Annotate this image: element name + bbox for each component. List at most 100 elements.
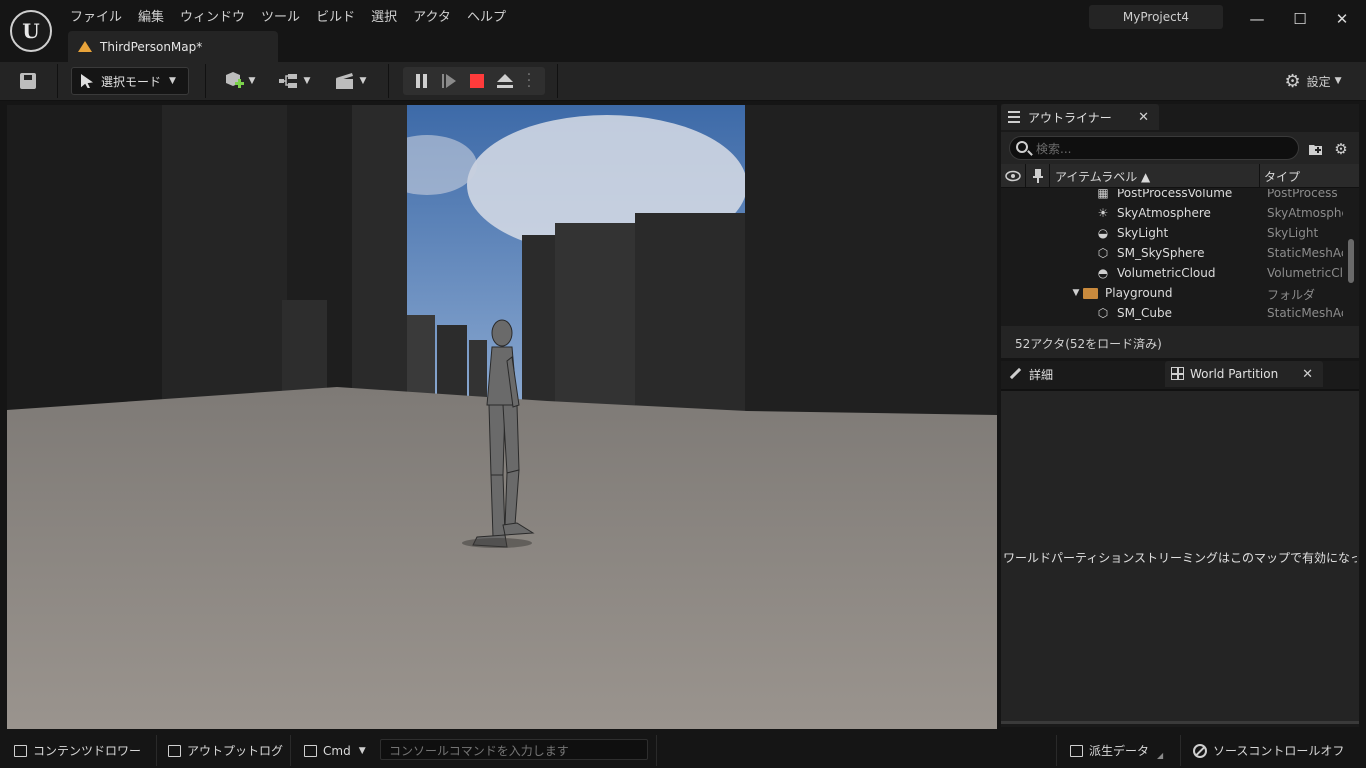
volumetric-cloud-icon: ◓ [1097, 266, 1109, 280]
outliner-scrollbar[interactable] [1348, 189, 1354, 324]
eject-icon [497, 74, 513, 88]
column-divider [1025, 164, 1026, 188]
menu-edit[interactable]: 編集 [130, 4, 172, 26]
menu-actor[interactable]: アクタ [405, 4, 459, 26]
close-icon[interactable]: ✕ [1138, 110, 1149, 125]
add-actor-button[interactable]: ▼ [218, 67, 260, 95]
chevron-down-icon: ▼ [248, 76, 256, 86]
outliner-column-header: アイテムラベル ▲ タイプ [1001, 164, 1359, 188]
column-item-label[interactable]: アイテムラベル ▲ [1055, 168, 1150, 185]
cmd-label: Cmd [323, 743, 351, 758]
tree-row[interactable]: ◒ SkyLight SkyLight [1001, 223, 1345, 243]
step-frame-button[interactable] [435, 67, 463, 95]
details-panel: 詳細 World Partition ✕ ワールドパーティションストリーミングは… [1001, 361, 1359, 727]
tree-row-type: PostProcess [1267, 189, 1338, 200]
derived-data-icon [1070, 744, 1083, 757]
add-folder-button[interactable] [1307, 140, 1325, 158]
source-control-button[interactable]: ソースコントロールオフ [1193, 733, 1344, 768]
save-button[interactable] [12, 67, 44, 95]
derived-data-button[interactable]: 派生データ ◢ [1070, 733, 1163, 768]
tree-row[interactable]: ⬡ SM_Cube StaticMeshAc [1001, 303, 1345, 323]
expand-arrow-icon[interactable]: ▼ [1069, 286, 1083, 300]
tab-world-partition-label: World Partition [1190, 367, 1279, 381]
tree-row[interactable]: ⬡ SM_SkySphere StaticMeshAc [1001, 243, 1345, 263]
scrollbar-thumb[interactable] [1348, 239, 1354, 283]
settings-label: 設定 [1306, 74, 1331, 89]
toolbar-divider [205, 64, 206, 98]
select-mode-icon [81, 74, 93, 88]
tree-row-folder[interactable]: ▼ Playground フォルダ [1001, 283, 1345, 303]
close-icon[interactable]: ✕ [1302, 367, 1313, 382]
menu-select[interactable]: 選択 [363, 4, 405, 26]
chevron-down-icon: ▼ [303, 76, 311, 86]
viewport-scene[interactable] [7, 105, 997, 729]
maximize-icon[interactable]: ☐ [1288, 8, 1312, 30]
actor-count-status: 52アクタ(52をロード済み) [1001, 326, 1359, 358]
add-actor-icon [225, 72, 244, 88]
cinematics-button[interactable]: ▼ [330, 67, 370, 95]
tree-row[interactable]: ▦ PostProcessVolume PostProcess [1001, 189, 1345, 203]
tree-row-label: PostProcessVolume [1117, 189, 1233, 200]
menu-help[interactable]: ヘルプ [459, 4, 514, 26]
menu-tools[interactable]: ツール [253, 4, 308, 26]
source-control-off-icon [1193, 743, 1207, 758]
outliner-panel: アウトライナー ✕ 検索... ⚙ アイテムラベル ▲ タイプ ▦ PostPr… [1001, 104, 1359, 358]
content-drawer-button[interactable]: コンテンツドロワー [14, 733, 141, 768]
cmd-dropdown[interactable]: Cmd ▼ [304, 733, 366, 768]
content-drawer-icon [14, 744, 27, 757]
menu-bar: ファイル 編集 ウィンドウ ツール ビルド 選択 アクタ ヘルプ [62, 4, 514, 26]
title-bar: U ファイル 編集 ウィンドウ ツール ビルド 選択 アクタ ヘルプ MyPro… [0, 0, 1366, 62]
outliner-settings-button[interactable]: ⚙ [1332, 140, 1350, 158]
menu-file[interactable]: ファイル [62, 4, 130, 26]
tab-world-partition[interactable]: World Partition ✕ [1165, 361, 1323, 387]
search-icon [1016, 141, 1028, 153]
outliner-search-input[interactable]: 検索... [1009, 136, 1299, 160]
tab-outliner[interactable]: アウトライナー ✕ [1001, 104, 1159, 130]
tree-row-label: SM_SkySphere [1117, 246, 1205, 260]
statusbar-divider [656, 735, 657, 766]
play-controls: · · · [403, 67, 545, 95]
visibility-eye-icon[interactable] [1005, 168, 1021, 184]
tree-row[interactable]: ☀ SkyAtmosphere SkyAtmosphe [1001, 203, 1345, 223]
derived-data-label: 派生データ [1089, 744, 1150, 758]
level-icon [78, 40, 92, 53]
more-options-button[interactable]: · · · [519, 67, 539, 95]
output-log-button[interactable]: アウトプットログ [168, 733, 283, 768]
tree-row-type: StaticMeshAc [1267, 306, 1343, 320]
stop-icon [470, 74, 484, 88]
pin-icon[interactable] [1031, 168, 1045, 184]
panel-bottom-border [1001, 721, 1359, 724]
postprocess-icon: ▦ [1097, 189, 1109, 200]
close-icon[interactable]: ✕ [1330, 8, 1354, 30]
tree-row[interactable]: ◓ VolumetricCloud VolumetricClo [1001, 263, 1345, 283]
tree-row-label: Playground [1105, 286, 1173, 300]
pause-button[interactable] [407, 67, 435, 95]
toolbar-divider [388, 64, 389, 98]
document-tab-map[interactable]: ThirdPersonMap* [68, 31, 278, 62]
add-folder-icon [1309, 145, 1322, 155]
stop-button[interactable] [463, 67, 491, 95]
blueprint-button[interactable]: ▼ [274, 67, 314, 95]
world-partition-grid-icon [1171, 367, 1184, 380]
tab-details[interactable]: 詳細 [1001, 361, 1161, 387]
console-command-input[interactable] [380, 739, 648, 760]
unreal-logo-icon[interactable]: U [10, 10, 52, 52]
column-divider [1259, 164, 1260, 188]
menu-window[interactable]: ウィンドウ [172, 4, 253, 26]
minimize-icon[interactable]: — [1245, 8, 1269, 30]
tree-row-label: SM_Cube [1117, 306, 1172, 320]
mode-select-dropdown[interactable]: 選択モード ▼ [71, 67, 189, 95]
settings-button[interactable]: ⚙ 設定 ▼ [1278, 67, 1348, 95]
tree-row-label: SkyAtmosphere [1117, 206, 1211, 220]
pause-icon [415, 74, 427, 88]
more-options-icon: · · · [526, 67, 532, 95]
menu-build[interactable]: ビルド [308, 4, 363, 26]
static-mesh-icon: ⬡ [1097, 306, 1109, 320]
tree-row-type: StaticMeshAc [1267, 246, 1343, 260]
tree-row-type: SkyAtmosphe [1267, 206, 1343, 220]
eject-button[interactable] [491, 67, 519, 95]
sky-atmosphere-icon: ☀ [1097, 206, 1109, 220]
tree-row-type: フォルダ [1267, 288, 1316, 302]
column-type[interactable]: タイプ [1264, 168, 1300, 185]
level-viewport[interactable] [7, 105, 997, 729]
